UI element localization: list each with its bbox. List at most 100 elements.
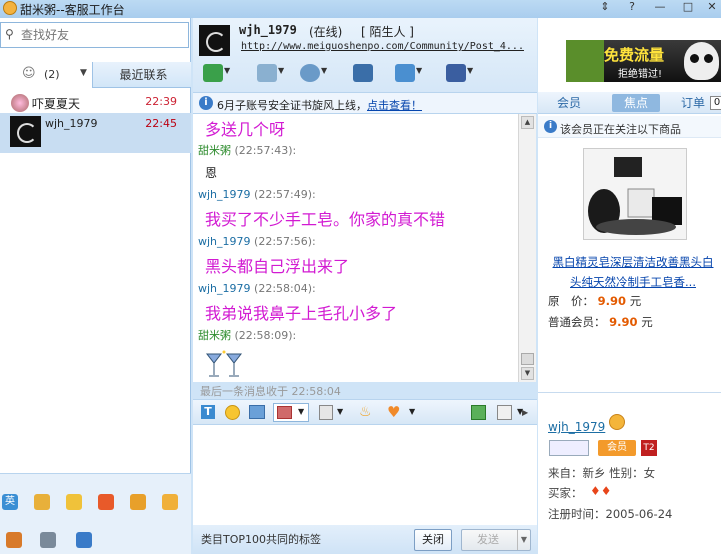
help-button[interactable]: ? [624,0,640,14]
chevron-down-icon: ▼ [278,66,285,75]
video-button[interactable]: ▼ [296,62,330,84]
customer-name-link[interactable]: wjh_1979 [548,420,605,434]
chevron-down-icon[interactable]: ▼ [516,530,527,550]
monitor-icon [395,64,415,82]
search-box: ⚲ [0,22,189,48]
tab-recent-contacts[interactable]: 最近联系 [96,62,191,88]
scrollbar-thumb[interactable] [521,353,534,365]
expand-right-icon[interactable]: ▶ [522,408,528,417]
remote-button[interactable]: ▼ [391,62,425,84]
minimize-button[interactable]: — [652,0,668,14]
font-icon[interactable]: T [201,405,215,419]
search-icon: ⚲ [5,27,14,41]
transfer-button[interactable]: ▼ [199,62,233,84]
bell-icon[interactable]: ♨ [359,404,373,420]
contact-item[interactable]: 吓夏夏天 22:39 [0,92,191,112]
close-window-button[interactable]: ✕ [704,0,720,14]
info-icon: i [544,120,557,133]
contacts-tabs: ☺ (2) ▼ 最近联系 [0,62,191,88]
message-record-icon[interactable] [497,405,512,420]
product-image[interactable] [583,148,687,240]
service-icon [446,64,466,82]
contact-time: 22:39 [145,95,177,108]
emoji-icon[interactable] [225,405,240,420]
maximize-button[interactable]: □ [680,0,696,14]
product-title-link[interactable]: 黑白精灵皂深层清洁改善黑头白头纯天然冷制手工皂香... [548,252,718,292]
close-button[interactable]: 关闭 [414,529,452,551]
chevron-down-icon: ▼ [321,66,328,75]
chat-scrollbar[interactable]: ▲ ▼ [518,114,536,382]
message-header: 甜米粥 (22:58:09): [198,329,297,342]
search-input[interactable] [21,26,181,44]
message-input[interactable] [193,425,537,525]
chat-bottom-bar: 类目TOP100共同的标签 关闭 发送 ▼ [193,525,537,554]
quick-reply-icon[interactable] [319,405,333,420]
image-icon[interactable] [249,405,265,419]
shop-icon[interactable] [98,494,114,510]
microphone-icon [257,64,277,82]
camera-icon [300,64,320,82]
avatar [11,94,29,112]
register-date: 注册时间：2005-06-24 [548,507,673,521]
tools-bar: 英 [0,473,191,554]
scroll-up-icon[interactable]: ▲ [521,116,534,129]
pin-button[interactable]: ⇕ [597,0,613,14]
service-button[interactable]: ▼ [442,62,476,84]
notice-link[interactable]: 点击查看！ [367,99,422,112]
message-header: wjh_1979 (22:58:04): [198,282,316,295]
notice-text: 6月子账号安全证书旋风上线，点击查看！ [217,99,422,112]
chevron-down-icon[interactable]: ▼ [409,407,415,416]
tab-contacts[interactable]: ☺ (2) ▼ [0,62,93,88]
chevron-down-icon[interactable]: ▼ [337,407,343,416]
avatar[interactable] [199,25,230,56]
chevron-down-icon: ▼ [298,407,305,416]
contacts-panel: ⚲ ☺ (2) ▼ 最近联系 吓夏夏天 22:39 wjh_1979 22:45… [0,18,191,554]
tab-focus[interactable]: 焦点 [612,94,660,112]
message-header: 甜米粥 (22:57:43): [198,144,297,157]
tab-member[interactable]: 会员 [548,94,590,112]
upload-icon[interactable] [34,494,50,510]
coupon-icon[interactable] [130,494,146,510]
tab-orders[interactable]: 订单 [678,94,708,112]
add-contact-button[interactable] [349,62,383,84]
ad-banner[interactable]: 免费流量 拒绝错过! [566,40,721,82]
chevron-down-icon[interactable]: ▼ [80,68,87,78]
edit-icon[interactable] [162,494,178,510]
screenshot-icon [277,406,292,419]
plugin-icon[interactable] [76,532,92,548]
send-button[interactable]: 发送 ▼ [461,529,531,551]
chat-username: wjh_1979 [239,23,297,37]
person-icon: ☺ [22,66,36,81]
price-row: 原 价： 9.90 元 [548,294,642,308]
right-tabs: 会员 焦点 订单 0 [538,92,721,114]
tag-link[interactable]: 类目TOP100共同的标签 [201,531,321,547]
info-icon: i [199,96,213,110]
last-message-time: 最后一条消息收于 22:58:04 [200,385,341,398]
archive-icon[interactable] [6,532,22,548]
customer-location: 来自：新乡 性别：女 [548,466,656,480]
message-text: 我买了不少手工皂。你家的真不错 [205,210,446,229]
contact-item-selected[interactable]: wjh_1979 22:45 [0,113,191,153]
message-header: wjh_1979 (22:57:56): [198,235,316,248]
contact-time: 22:45 [145,117,177,130]
cart-icon [566,40,604,82]
translate-icon[interactable]: 英 [2,494,18,510]
level-badge-icon [609,414,625,430]
store-icon[interactable] [66,494,82,510]
stranger-link[interactable]: [ 陌生人 ] [361,23,414,40]
online-status: (在线) [309,25,343,39]
price-value: 9.90 [597,294,627,308]
settings-icon[interactable] [40,532,56,548]
avatar [10,116,41,147]
diamond-icon: ♦♦ [590,484,612,498]
screenshot-button[interactable]: ▼ [273,403,309,422]
transfer-icon [203,64,223,82]
chevron-down-icon: ▼ [416,66,423,75]
voice-button[interactable]: ▼ [253,62,287,84]
heart-icon[interactable]: ♥ [387,403,400,421]
scroll-down-icon[interactable]: ▼ [521,367,534,380]
banner-subtitle: 拒绝错过! [618,69,663,80]
user-url-link[interactable]: http://www.meiguoshenpo.com/Community/Po… [241,41,531,52]
history-icon[interactable] [471,405,486,420]
input-toolbar: T ▼ ▼ ♨ ♥ ▼ ▼ [193,399,537,425]
